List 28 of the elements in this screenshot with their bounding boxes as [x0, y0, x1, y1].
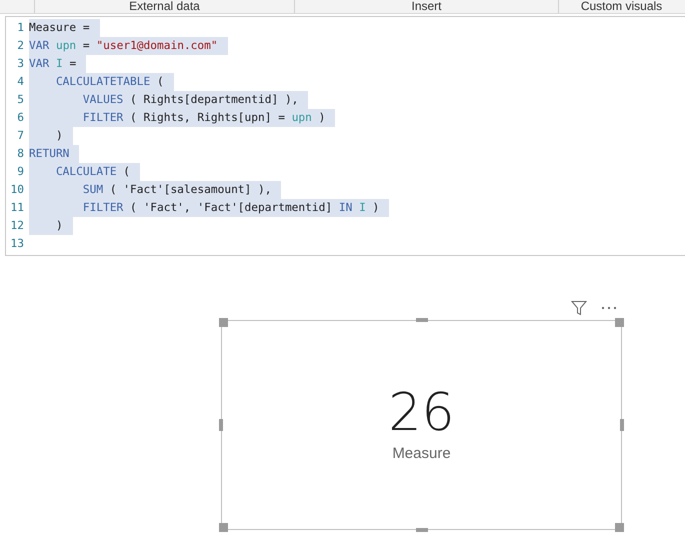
resize-handle[interactable]: [416, 318, 428, 322]
filter-icon[interactable]: [571, 300, 587, 316]
resize-handle[interactable]: [615, 523, 624, 532]
line-number: 8: [16, 146, 24, 162]
ribbon-group-label: Insert: [294, 0, 558, 13]
resize-handle[interactable]: [219, 318, 228, 327]
line-number: 11: [10, 200, 24, 216]
resize-handle[interactable]: [620, 419, 624, 431]
line-number: 6: [16, 110, 24, 126]
line-number: 1: [16, 20, 24, 36]
line-number: 5: [16, 92, 24, 108]
ribbon-group-label: Custom visuals: [558, 0, 684, 13]
line-number: 12: [10, 218, 24, 234]
resize-handle[interactable]: [416, 528, 428, 532]
line-number: 2: [16, 38, 24, 54]
resize-handle[interactable]: [219, 419, 223, 431]
resize-handle[interactable]: [615, 318, 624, 327]
line-number: 3: [16, 56, 24, 72]
line-number: 4: [16, 74, 24, 90]
line-number: 7: [16, 128, 24, 144]
card-label: Measure: [392, 444, 451, 464]
resize-handle[interactable]: [219, 523, 228, 532]
line-number: 13: [10, 236, 24, 252]
more-options-icon[interactable]: [601, 306, 617, 310]
ribbon-group-label: External data: [34, 0, 294, 13]
line-number: 10: [10, 182, 24, 198]
line-number: 9: [16, 164, 24, 180]
card-value: 26: [388, 384, 455, 441]
